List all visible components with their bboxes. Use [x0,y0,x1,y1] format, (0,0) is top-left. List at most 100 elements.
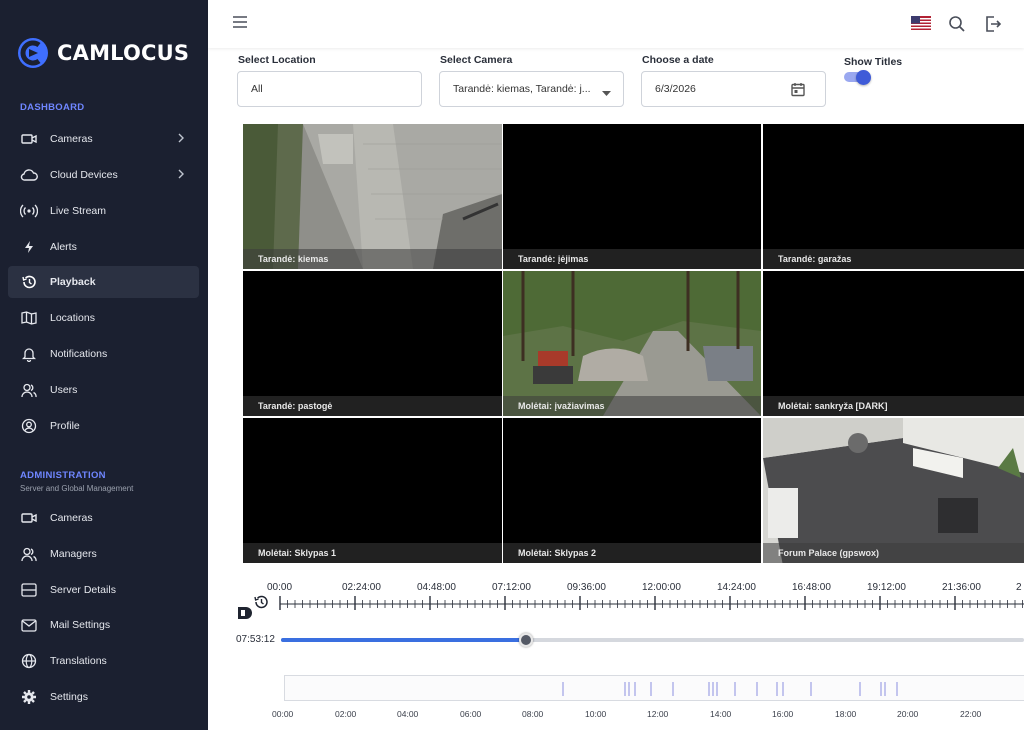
map-icon [20,309,38,327]
globe-icon [20,652,38,670]
sidebar-item-label: Cameras [50,512,93,524]
sidebar-item-managers[interactable]: Managers [8,538,199,570]
sidebar-item-cameras[interactable]: Cameras [8,123,199,155]
date-value: 6/3/2026 [655,83,696,95]
camera-title: Tarandė: įėjimas [503,249,761,269]
sidebar-item-mail-settings[interactable]: Mail Settings [8,609,199,641]
sidebar-item-cloud-devices[interactable]: Cloud Devices [8,159,199,191]
camera-tile[interactable]: Molėtai: įvažiavimas [503,271,761,416]
camera-label: Select Camera [440,54,513,66]
date-label: Choose a date [642,54,714,66]
sidebar-item-label: Settings [50,691,88,703]
search-icon[interactable] [948,15,966,38]
camera-tile[interactable]: Molėtai: sankryža [DARK] [763,271,1024,416]
camera-select[interactable]: Tarandė: kiemas, Tarandė: j... [439,71,624,107]
app-name: CAMLOCUS [57,41,190,65]
camera-tile[interactable]: Tarandė: kiemas [243,124,502,269]
camera-tile[interactable]: Molėtai: Sklypas 2 [503,418,761,563]
hour-label: 00:00 [272,709,294,719]
location-label: Select Location [238,54,316,66]
location-select[interactable]: All [237,71,422,107]
camera-feed-image [503,271,761,416]
camera-tile[interactable]: Molėtai: Sklypas 1 [243,418,502,563]
sidebar-item-label: Cameras [50,133,93,145]
hour-label: 16:00 [772,709,794,719]
playback-slider-track[interactable] [281,633,1024,647]
camera-title: Tarandė: kiemas [243,249,502,269]
sidebar-item-users[interactable]: Users [8,374,199,406]
sidebar-item-profile[interactable]: Profile [8,410,199,442]
gear-icon [20,688,38,706]
camera-value: Tarandė: kiemas, Tarandė: j... [453,83,591,95]
logo[interactable]: CAMLOCUS [17,36,189,70]
camera-grid: Tarandė: kiemas Tarandė: įėjimas Tarandė… [243,124,1024,566]
date-field[interactable]: 6/3/2026 [641,71,826,107]
sidebar-item-label: Locations [50,312,95,324]
administration-section-subtitle: Server and Global Management [20,484,134,493]
sidebar-item-live-stream[interactable]: Live Stream [8,195,199,227]
camera-tile[interactable]: Tarandė: įėjimas [503,124,761,269]
sidebar-item-label: Live Stream [50,205,107,217]
sidebar-item-admin-cameras[interactable]: Cameras [8,502,199,534]
recordings-bar[interactable] [284,675,1024,701]
recordings-markers [562,682,898,696]
sidebar-item-label: Users [50,384,78,396]
sidebar-item-alerts[interactable]: Alerts [8,231,199,263]
calendar-icon[interactable] [791,82,805,100]
show-titles-label: Show Titles [844,56,903,68]
top-bar [208,0,1024,48]
timeline-ruler[interactable] [230,592,1024,618]
show-titles-toggle[interactable] [844,70,872,85]
camera-tile[interactable]: Forum Palace (gpswox) [763,418,1024,563]
sidebar-item-locations[interactable]: Locations [8,302,199,334]
broadcast-icon [20,202,38,220]
menu-icon[interactable] [232,15,248,34]
camera-tile[interactable]: Tarandė: pastogė [243,271,502,416]
camlocus-logo-icon [18,38,48,68]
sidebar-item-label: Server Details [50,584,116,596]
sidebar-item-settings[interactable]: Settings [8,681,199,713]
bell-icon [20,345,38,363]
sidebar-item-label: Translations [50,655,107,667]
sidebar-item-label: Alerts [50,241,77,253]
playback-stop-icon[interactable] [236,604,254,627]
camera-title: Molėtai: sankryža [DARK] [763,396,1024,416]
sidebar-item-label: Playback [50,276,96,288]
hour-label: 04:00 [397,709,419,719]
camera-title: Molėtai: Sklypas 1 [243,543,502,563]
camera-title: Tarandė: pastogė [243,396,502,416]
playback-slider-thumb[interactable] [519,633,533,647]
video-camera-icon [20,509,38,527]
logout-icon[interactable] [984,15,1002,38]
administration-section-title: ADMINISTRATION [20,470,106,481]
user-circle-icon [20,417,38,435]
sidebar-item-playback[interactable]: Playback [8,266,199,298]
sidebar-item-label: Cloud Devices [50,169,118,181]
users-icon [20,381,38,399]
cloud-icon [20,166,38,184]
sidebar-item-translations[interactable]: Translations [8,645,199,677]
video-camera-icon [20,130,38,148]
sidebar-item-label: Profile [50,420,80,432]
sidebar-item-label: Notifications [50,348,108,360]
hour-label: 20:00 [897,709,919,719]
hour-label: 06:00 [460,709,482,719]
chevron-right-icon [177,168,185,183]
hour-label: 14:00 [710,709,732,719]
sidebar: CAMLOCUS DASHBOARD Cameras Cloud Devices… [0,0,208,730]
users-icon [20,545,38,563]
hour-label: 02:00 [335,709,357,719]
sidebar-item-server-details[interactable]: Server Details [8,574,199,606]
sidebar-item-label: Mail Settings [50,619,111,631]
us-flag-icon[interactable] [911,16,931,35]
camera-title: Molėtai: Sklypas 2 [503,543,761,563]
camera-tile[interactable]: Tarandė: garažas [763,124,1024,269]
hour-label: 08:00 [522,709,544,719]
mail-icon [20,616,38,634]
server-icon [20,581,38,599]
dashboard-section-title: DASHBOARD [20,102,85,113]
history-icon[interactable] [253,594,269,615]
hour-label: 18:00 [835,709,857,719]
sidebar-item-notifications[interactable]: Notifications [8,338,199,370]
camera-title: Molėtai: įvažiavimas [503,396,761,416]
